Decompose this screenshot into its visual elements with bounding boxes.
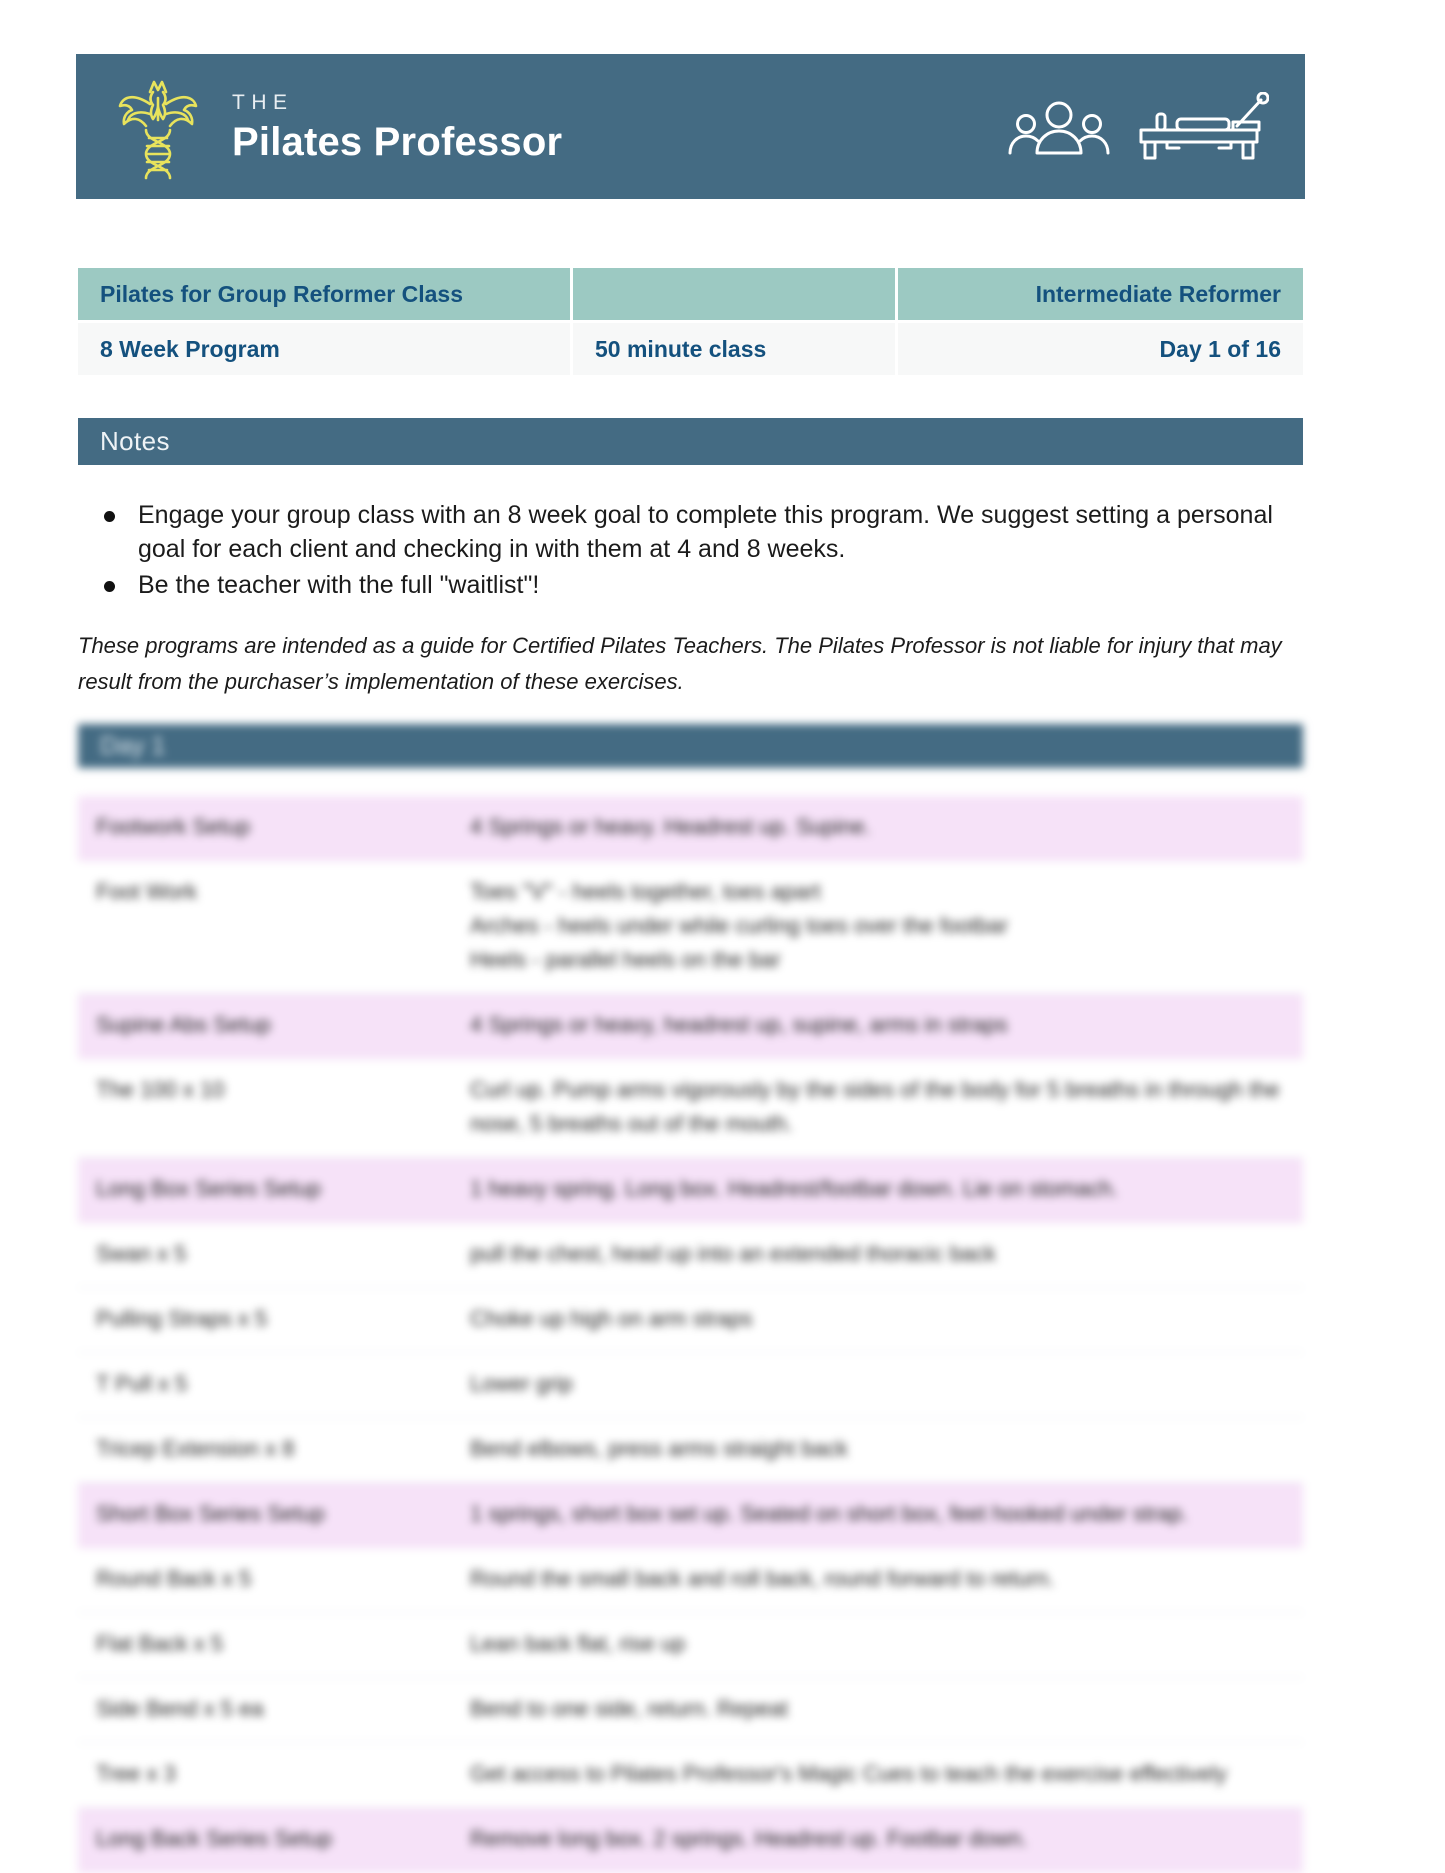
locked-exercise-preview: Day 1 Footwork Setup 4 Springs or heavy. …	[0, 712, 1445, 1873]
exercise-detail-cell: Round the small back and roll back, roun…	[452, 1547, 1303, 1613]
info-spacer-cell	[573, 268, 895, 320]
exercise-detail-cell: Choke up high on arm straps	[452, 1287, 1303, 1353]
exercise-name-cell: Swan x 5	[78, 1222, 452, 1288]
table-row: Swan x 5 pull the chest, head up into an …	[78, 1222, 1303, 1288]
exercise-name-cell: Tricep Extension x 8	[78, 1417, 452, 1483]
info-row-top: Pilates for Group Reformer Class Interme…	[78, 268, 1303, 320]
table-row: Tricep Extension x 8 Bend elbows, press a…	[78, 1417, 1303, 1483]
legal-disclaimer: These programs are intended as a guide f…	[78, 633, 1282, 694]
exercise-detail-cell: Get access to Pilates Professor's Magic …	[452, 1742, 1303, 1808]
class-duration-cell: 50 minute class	[573, 323, 895, 375]
exercise-name-cell: Short Box Series Setup	[78, 1482, 452, 1548]
exercise-name-cell: Pulling Straps x 5	[78, 1287, 452, 1353]
class-title-cell: Pilates for Group Reformer Class	[78, 268, 570, 320]
table-row: Long Back Series Setup Remove long box. 2…	[78, 1807, 1303, 1873]
exercise-name-cell: Tree x 3	[78, 1742, 452, 1808]
table-row: Pulling Straps x 5 Choke up high on arm s…	[78, 1287, 1303, 1353]
class-info-table: Pilates for Group Reformer Class Interme…	[78, 268, 1303, 375]
brand-header: THE Pilates Professor	[76, 54, 1305, 199]
exercise-name-cell: Flat Back x 5	[78, 1612, 452, 1678]
exercise-detail-cell: Lower grip	[452, 1352, 1303, 1418]
brand-lockup: THE Pilates Professor	[76, 68, 562, 186]
table-row: Side Bend x 5 ea Bend to one side, return…	[78, 1677, 1303, 1743]
day-counter-cell: Day 1 of 16	[898, 323, 1303, 375]
document-page: THE Pilates Professor Pilates for Group …	[0, 0, 1445, 1873]
exercise-detail-cell: Remove long box. 2 springs. Headrest up.…	[452, 1807, 1303, 1873]
exercise-name-cell: Supine Abs Setup	[78, 993, 452, 1059]
list-item: Engage your group class with an 8 week g…	[96, 498, 1311, 566]
exercise-name-cell: Footwork Setup	[78, 796, 452, 861]
exercise-detail-cell: 4 Springs or heavy, headrest up, supine,…	[452, 993, 1303, 1059]
list-item: Be the teacher with the full "waitlist"!	[96, 568, 1311, 602]
exercise-name-cell: The 100 x 10	[78, 1058, 452, 1158]
header-icons	[1007, 91, 1305, 162]
class-level-cell: Intermediate Reformer	[898, 268, 1303, 320]
group-of-people-icon	[1007, 98, 1111, 156]
table-row: Flat Back x 5 Lean back flat, rise up	[78, 1612, 1303, 1678]
table-row: Long Box Series Setup 1 heavy spring. Lon…	[78, 1157, 1303, 1223]
exercise-detail-cell: 1 springs, short box set up. Seated on s…	[452, 1482, 1303, 1548]
program-length-cell: 8 Week Program	[78, 323, 570, 375]
table-row: Supine Abs Setup 4 Springs or heavy, head…	[78, 993, 1303, 1059]
table-row: Short Box Series Setup 1 springs, short b…	[78, 1482, 1303, 1548]
table-row: Foot Work Toes "V" - heels together, toes…	[78, 860, 1303, 994]
notes-heading: Notes	[100, 426, 170, 456]
exercise-name-cell: Long Box Series Setup	[78, 1157, 452, 1223]
table-row: Round Back x 5 Round the small back and r…	[78, 1547, 1303, 1613]
exercise-name-cell: Side Bend x 5 ea	[78, 1677, 452, 1743]
day-section-header: Day 1	[78, 724, 1303, 768]
exercise-detail-cell: Curl up. Pump arms vigorously by the sid…	[452, 1058, 1303, 1158]
exercise-detail-cell: pull the chest, head up into an extended…	[452, 1222, 1303, 1288]
exercise-name-cell: Round Back x 5	[78, 1547, 452, 1613]
info-row-bottom: 8 Week Program 50 minute class Day 1 of …	[78, 323, 1303, 375]
notes-section-header: Notes	[78, 418, 1303, 465]
brand-eyebrow: THE	[232, 90, 294, 114]
notes-bullet-list: Engage your group class with an 8 week g…	[96, 498, 1311, 604]
table-row: T Pull x 5 Lower grip	[78, 1352, 1303, 1418]
pilates-reformer-icon	[1137, 91, 1270, 162]
exercise-name-cell: Foot Work	[78, 860, 452, 994]
brand-name: Pilates Professor	[232, 119, 563, 164]
exercise-name-cell: T Pull x 5	[78, 1352, 452, 1418]
exercise-detail-cell: Bend to one side, return. Repeat	[452, 1677, 1303, 1743]
exercise-table-body: Footwork Setup 4 Springs or heavy. Headre…	[78, 796, 1303, 1873]
exercise-detail-cell: Lean back flat, rise up	[452, 1612, 1303, 1678]
brand-wordmark: THE Pilates Professor	[232, 92, 562, 162]
exercise-detail-cell: Toes "V" - heels together, toes apart Arc…	[452, 860, 1303, 994]
table-row: Tree x 3 Get access to Pilates Professor'…	[78, 1742, 1303, 1808]
phoenix-dna-logo-icon	[110, 68, 206, 186]
exercise-detail-cell: 1 heavy spring. Long box. Headrest/footb…	[452, 1157, 1303, 1223]
exercise-detail-cell: 4 Springs or heavy. Headrest up. Supine.	[452, 796, 1303, 861]
exercise-table: Footwork Setup 4 Springs or heavy. Headre…	[78, 796, 1303, 1873]
day-title: Day 1	[100, 731, 166, 760]
exercise-detail-cell: Bend elbows, press arms straight back	[452, 1417, 1303, 1483]
exercise-name-cell: Long Back Series Setup	[78, 1807, 452, 1873]
table-row: The 100 x 10 Curl up. Pump arms vigorousl…	[78, 1058, 1303, 1158]
table-row: Footwork Setup 4 Springs or heavy. Headre…	[78, 796, 1303, 861]
